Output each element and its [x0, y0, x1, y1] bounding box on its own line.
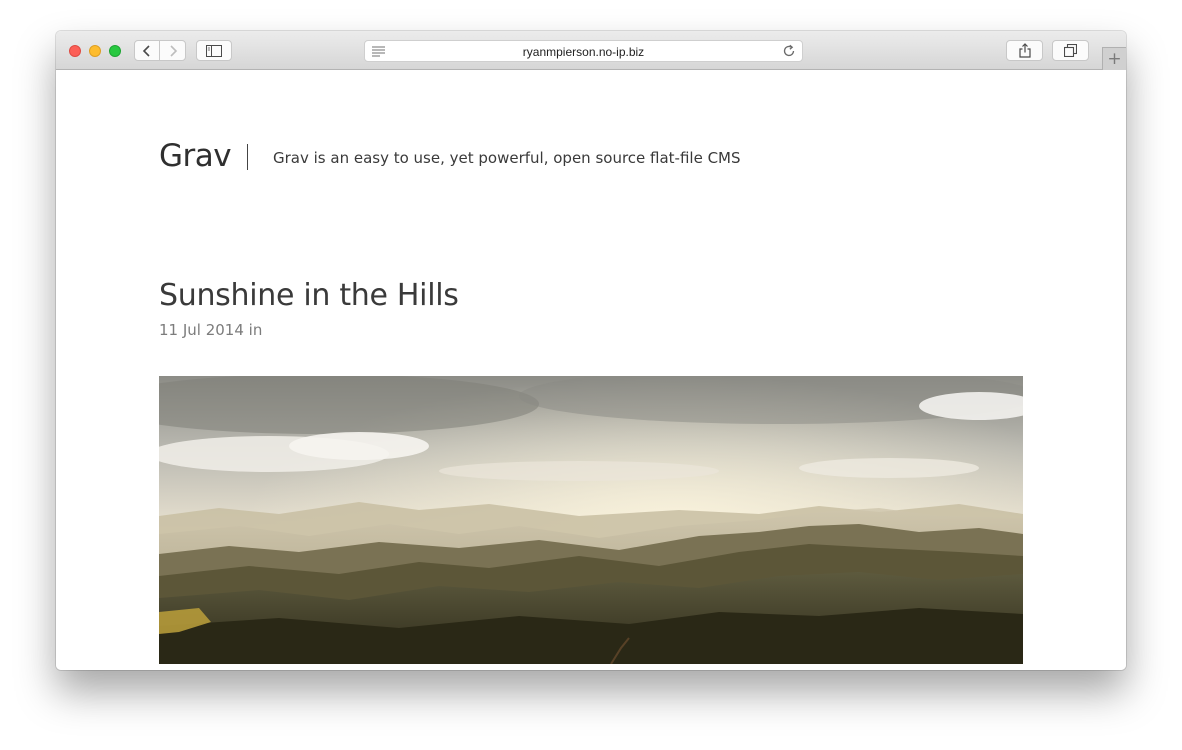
- address-bar[interactable]: ryanmpierson.no-ip.biz: [364, 40, 803, 62]
- sidebar-icon: [206, 44, 222, 57]
- share-button[interactable]: [1006, 40, 1043, 61]
- post-title[interactable]: Sunshine in the Hills: [159, 278, 459, 313]
- close-window-button[interactable]: [69, 45, 81, 57]
- browser-window: ryanmpierson.no-ip.biz + Grav Grav is an…: [56, 31, 1126, 670]
- back-icon: [142, 44, 150, 57]
- minimize-window-button[interactable]: [89, 45, 101, 57]
- fullscreen-window-button[interactable]: [109, 45, 121, 57]
- forward-icon: [169, 44, 177, 57]
- show-tabs-button[interactable]: [1052, 40, 1089, 61]
- sidebar-toggle-button[interactable]: [196, 40, 232, 61]
- header-divider: [247, 144, 248, 170]
- site-logo-title[interactable]: Grav: [159, 138, 232, 174]
- url-text: ryanmpierson.no-ip.biz: [522, 45, 645, 59]
- browser-toolbar: ryanmpierson.no-ip.biz +: [56, 31, 1126, 70]
- site-tagline: Grav is an easy to use, yet powerful, op…: [273, 149, 741, 167]
- forward-button[interactable]: [159, 40, 186, 61]
- post-hero-image[interactable]: [159, 376, 1023, 664]
- landscape-image: [159, 376, 1023, 664]
- page-content: Grav Grav is an easy to use, yet powerfu…: [56, 70, 1126, 670]
- tabs-icon: [1064, 44, 1077, 57]
- post-meta: 11 Jul 2014 in: [159, 321, 263, 339]
- plus-icon: +: [1107, 48, 1122, 69]
- share-icon: [1018, 43, 1031, 58]
- reload-icon[interactable]: [782, 44, 796, 58]
- back-button[interactable]: [134, 40, 160, 61]
- new-tab-button[interactable]: +: [1102, 47, 1126, 70]
